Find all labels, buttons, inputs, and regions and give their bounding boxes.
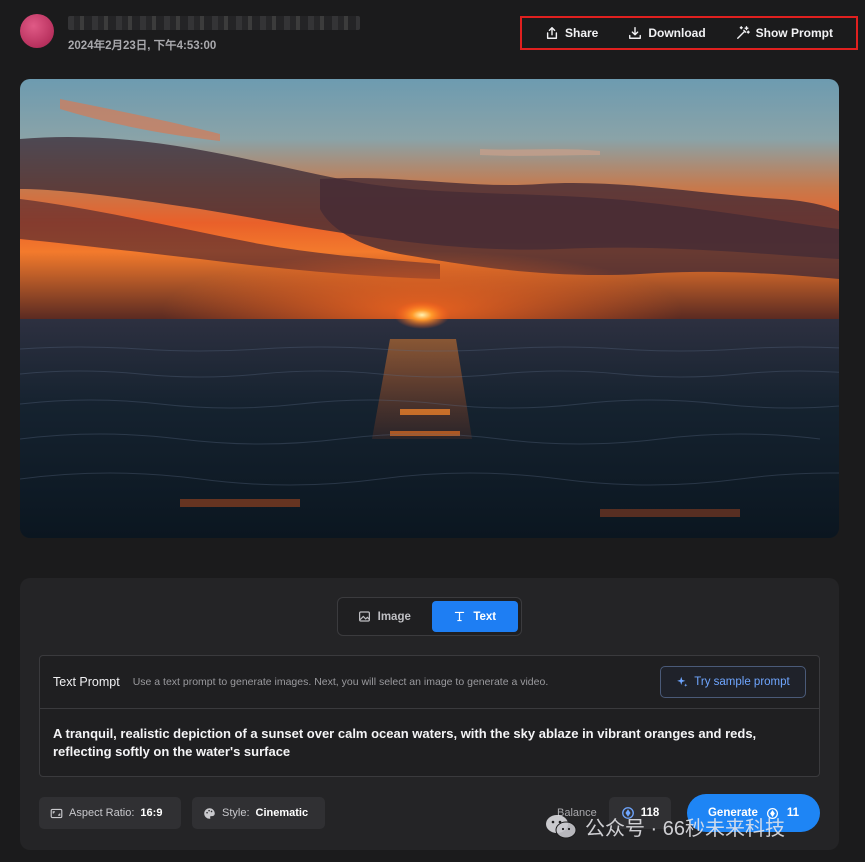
share-label: Share [564,26,599,40]
sparkle-icon [677,676,688,687]
action-bar: Share Download Show Prompt [520,16,858,50]
prompt-textarea[interactable]: A tranquil, realistic depiction of a sun… [40,709,819,777]
username-redacted [68,16,360,30]
show-prompt-label: Show Prompt [755,26,833,40]
wechat-icon [546,814,577,838]
text-icon [455,611,465,622]
download-label: Download [648,26,706,40]
text-mode-label: Text [473,610,497,623]
show-prompt-button[interactable]: Show Prompt [736,26,833,40]
aspect-ratio-value: 16:9 [140,807,163,819]
share-icon [546,27,558,39]
post-date: 2024年2月23日, 下午4:53:00 [68,40,217,52]
generation-panel: Image Text Text Prompt Use a text prompt… [20,578,839,850]
text-mode-tab[interactable]: Text [431,601,518,632]
image-icon [358,611,370,622]
style-value: Cinematic [255,807,309,819]
palette-icon [204,807,215,819]
try-sample-prompt-button[interactable]: Try sample prompt [660,666,806,698]
prompt-header: Text Prompt Use a text prompt to generat… [40,656,819,709]
generated-image[interactable] [20,79,839,538]
share-button[interactable]: Share [545,26,598,40]
prompt-title: Text Prompt [53,675,120,689]
download-button[interactable]: Download [628,26,706,40]
aspect-ratio-selector[interactable]: Aspect Ratio: 16:9 [39,797,181,829]
aspect-ratio-label: Aspect Ratio: [69,807,135,819]
sunset-ocean-image [20,79,839,538]
generate-cost: 11 [786,807,800,819]
magic-wand-icon [736,26,750,39]
mode-toggle: Image Text [337,597,522,636]
watermark-text: 公众号 · 66秒未来科技 [585,818,786,840]
image-mode-tab[interactable]: Image [341,601,428,632]
style-selector[interactable]: Style: Cinematic [192,797,325,829]
avatar[interactable] [20,14,54,48]
style-label: Style: [222,807,250,819]
download-icon [629,27,642,39]
prompt-hint: Use a text prompt to generate images. Ne… [132,676,549,688]
watermark: 公众号 · 66秒未来科技 [545,812,785,841]
try-sample-label: Try sample prompt [694,676,790,688]
text-prompt-box: Text Prompt Use a text prompt to generat… [39,655,820,777]
image-mode-label: Image [377,610,411,623]
aspect-ratio-icon [50,808,63,818]
